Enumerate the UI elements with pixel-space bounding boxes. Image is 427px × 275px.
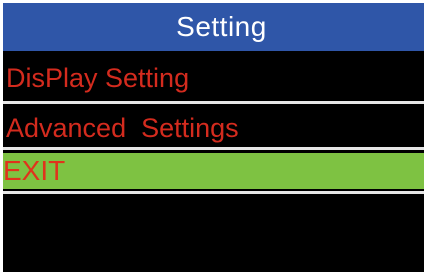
- menu-item-label: Advanced Settings: [6, 112, 239, 143]
- divider: [3, 191, 424, 194]
- title-bar: Setting: [3, 3, 424, 51]
- menu-item-advanced-settings[interactable]: Advanced Settings: [3, 106, 424, 150]
- divider: [3, 101, 424, 104]
- menu-item-label: EXIT: [3, 155, 66, 186]
- page: Setting DisPlay Setting Advanced Setting…: [0, 0, 427, 275]
- menu-item-display-setting[interactable]: DisPlay Setting: [3, 56, 424, 100]
- menu-item-exit[interactable]: EXIT: [3, 153, 424, 189]
- menu-item-label: DisPlay Setting: [6, 62, 190, 93]
- device-screen: Setting DisPlay Setting Advanced Setting…: [3, 3, 424, 272]
- page-title: Setting: [176, 11, 267, 42]
- divider: [3, 147, 424, 150]
